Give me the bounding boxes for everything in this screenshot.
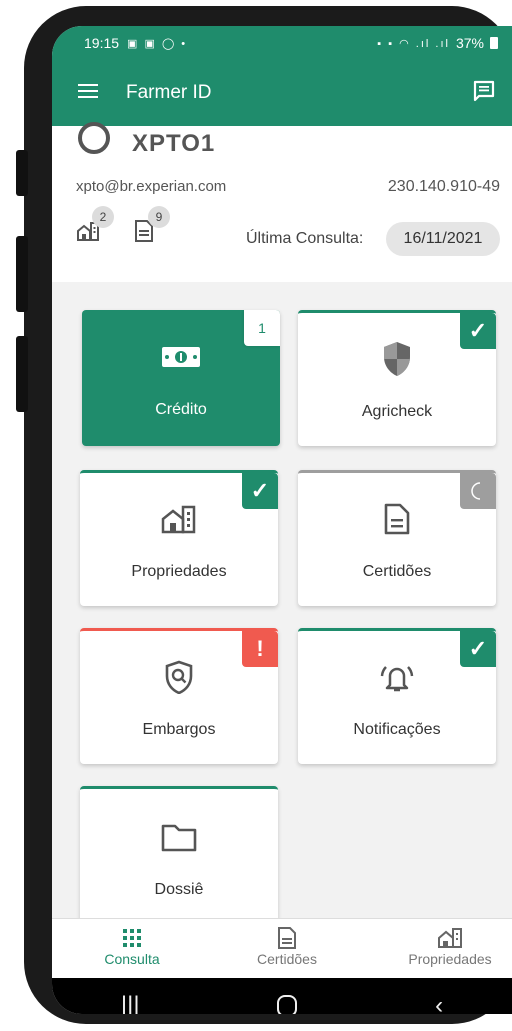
card-agricheck[interactable]: ✓ Agricheck	[298, 310, 496, 446]
properties-count-badge: 2	[92, 206, 114, 228]
battery-level: 37%	[455, 35, 484, 51]
building-icon	[392, 925, 508, 951]
side-button	[16, 150, 28, 196]
side-button	[16, 236, 28, 312]
profile-section: XPTO1 xpto@br.experian.com 230.140.910-4…	[52, 122, 512, 298]
nav-consulta[interactable]: Consulta	[92, 925, 172, 967]
card-notificacoes[interactable]: ✓ Notificações	[298, 628, 496, 764]
check-icon: ✓	[460, 631, 496, 667]
last-query-date: 16/11/2021	[386, 222, 500, 256]
check-icon: ✓	[460, 313, 496, 349]
card-label: Embargos	[142, 720, 216, 738]
card-propriedades[interactable]: ✓ Propriedades	[80, 470, 278, 606]
battery-icon	[490, 37, 498, 49]
nav-label: Certidões	[257, 951, 317, 967]
nav-label: Propriedades	[408, 951, 492, 967]
app-title: Farmer ID	[126, 82, 212, 103]
system-navigation-bar: ||| ‹	[52, 978, 512, 1014]
card-label: Certidões	[362, 562, 432, 580]
user-name: XPTO1	[132, 130, 216, 157]
shield-search-icon	[159, 657, 199, 697]
credito-count-badge: 1	[244, 310, 280, 346]
alert-icon: !	[242, 631, 278, 667]
grid-icon	[92, 925, 172, 951]
last-query-label: Última Consulta:	[246, 230, 364, 247]
nav-certidoes[interactable]: Certidões	[242, 925, 332, 967]
phone-screen: 19:15 ▣ ▣ ◯ • ▪ ▪ ◠ .ıl .ıl 37% Farmer I…	[52, 26, 512, 1014]
certificates-counter[interactable]: 9	[134, 206, 170, 242]
card-label: Agricheck	[361, 402, 433, 420]
building-icon	[159, 499, 199, 539]
notification-icons: ▣ ▣ ◯ •	[127, 37, 188, 50]
status-bar: 19:15 ▣ ▣ ◯ • ▪ ▪ ◠ .ıl .ıl 37%	[52, 26, 512, 60]
card-label: Crédito	[155, 401, 207, 418]
shield-icon	[377, 339, 417, 379]
side-button	[16, 336, 28, 412]
card-dossie[interactable]: Dossiê	[80, 786, 278, 926]
back-icon[interactable]: ‹	[435, 992, 443, 1014]
card-label: Dossiê	[154, 881, 204, 898]
card-label: Notificações	[353, 720, 441, 738]
nav-propriedades[interactable]: Propriedades	[392, 925, 508, 967]
card-certidoes[interactable]: Certidões	[298, 470, 496, 606]
loading-icon	[460, 473, 496, 509]
certificates-count-badge: 9	[148, 206, 170, 228]
money-icon	[161, 337, 201, 377]
app-bar: Farmer ID	[52, 60, 512, 126]
menu-icon[interactable]	[78, 83, 98, 104]
user-email: xpto@br.experian.com	[76, 178, 227, 195]
card-embargos[interactable]: ! Embargos	[80, 628, 278, 764]
folder-icon	[159, 817, 199, 857]
message-icon[interactable]	[472, 79, 496, 108]
recent-apps-icon[interactable]: |||	[121, 992, 140, 1014]
document-icon	[377, 499, 417, 539]
avatar-icon	[78, 122, 110, 154]
card-label: Propriedades	[131, 562, 227, 580]
bell-icon	[377, 657, 417, 697]
modules-grid: 1 Crédito ✓ Agricheck ✓ Propriedades Cer…	[52, 282, 512, 926]
bottom-navigation: Consulta Certidões Propriedades	[52, 918, 512, 978]
card-credito[interactable]: 1 Crédito	[82, 310, 280, 446]
signal-icons: ▪ ▪ ◠ .ıl .ıl	[377, 37, 450, 50]
document-icon	[242, 925, 332, 951]
user-document: 230.140.910-49	[387, 178, 500, 195]
check-icon: ✓	[242, 473, 278, 509]
nav-label: Consulta	[104, 951, 160, 967]
properties-counter[interactable]: 2	[76, 206, 114, 242]
home-icon[interactable]	[277, 995, 298, 1014]
status-time: 19:15	[84, 35, 120, 51]
